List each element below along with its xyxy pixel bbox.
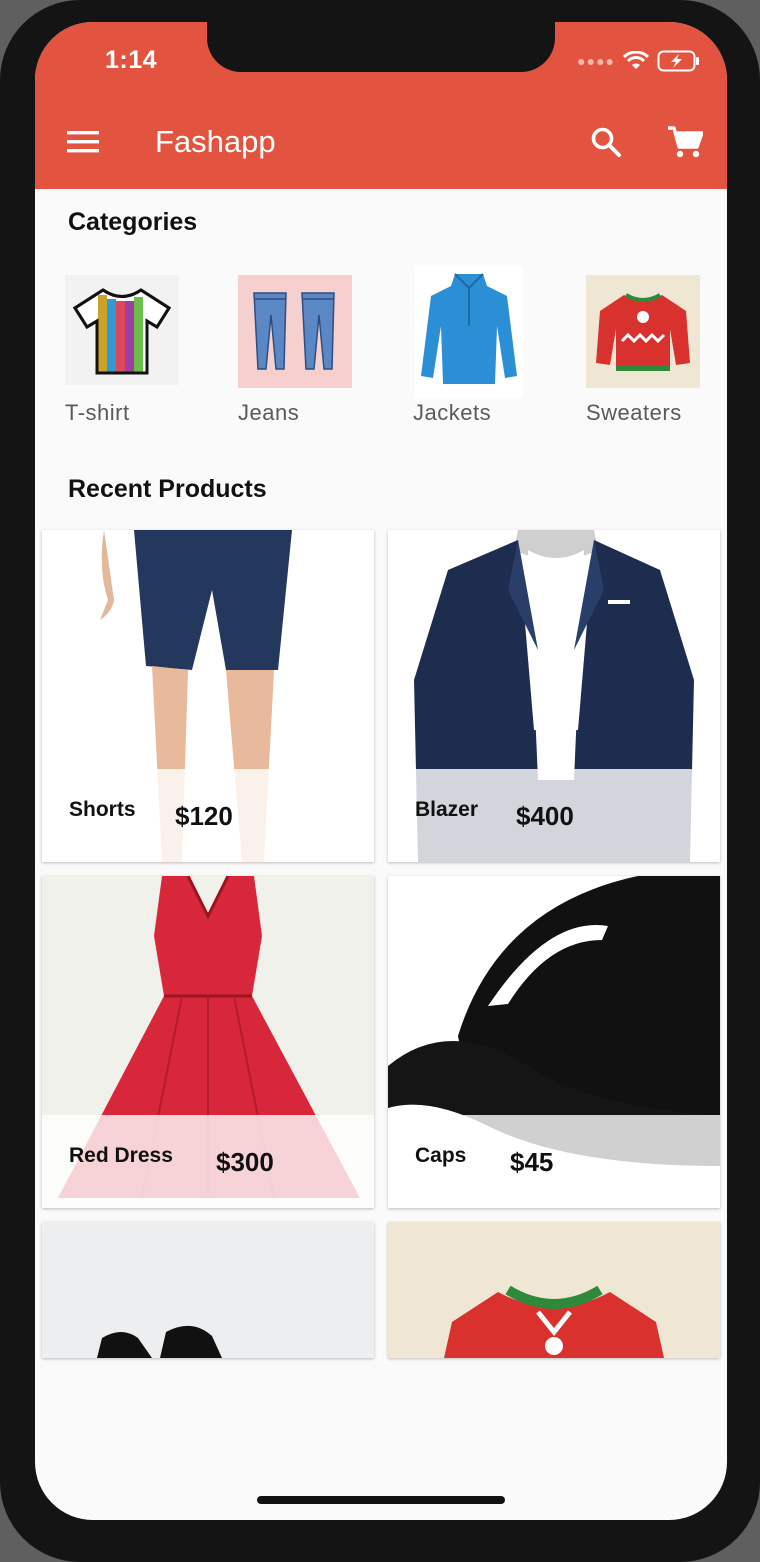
category-label: Jeans	[238, 400, 300, 425]
category-label: T-shirt	[65, 400, 130, 425]
cart-button[interactable]	[663, 120, 707, 164]
status-time: 1:14	[105, 46, 158, 74]
product-name: Red Dress	[69, 1144, 173, 1167]
tshirt-image	[65, 275, 179, 385]
wifi-icon	[623, 51, 649, 69]
device-notch	[207, 22, 555, 72]
product-name: Shorts	[69, 798, 136, 821]
product-price: $120	[175, 801, 233, 831]
product-card-shorts[interactable]: Shorts $120	[42, 530, 374, 862]
status-icons: ●●●●	[577, 50, 701, 72]
category-label: Sweaters	[586, 400, 682, 425]
product-price: $400	[516, 801, 574, 831]
sweater-product-image	[388, 1222, 720, 1358]
product-card-red-dress[interactable]: Red Dress $300	[42, 876, 374, 1208]
search-icon	[591, 127, 621, 157]
jacket-image	[415, 266, 523, 398]
battery-charging-icon	[657, 50, 699, 72]
signal-icon: ●●●●	[577, 53, 615, 69]
product-info-overlay: Caps $45	[388, 1115, 720, 1208]
product-card-caps[interactable]: Caps $45	[388, 876, 720, 1208]
product-price: $45	[510, 1147, 554, 1177]
product-name: Caps	[415, 1144, 467, 1167]
home-indicator[interactable]	[257, 1496, 505, 1504]
sweater-image	[586, 275, 700, 388]
product-info-overlay: Blazer $400	[388, 769, 720, 862]
product-card-shoes[interactable]	[42, 1222, 374, 1358]
recent-products-heading: Recent Products	[68, 475, 267, 503]
category-label: Jackets	[413, 400, 492, 425]
app-bar: 1:14 ●●●● Fashapp	[35, 22, 727, 189]
product-price: $300	[216, 1147, 274, 1177]
jeans-image	[238, 275, 352, 388]
shoes-image	[42, 1222, 374, 1358]
product-info-overlay: Shorts $120	[42, 769, 374, 862]
product-name: Blazer	[415, 798, 479, 821]
app-title: Fashapp	[155, 124, 276, 159]
product-info-overlay: Red Dress $300	[42, 1115, 374, 1208]
product-card-blazer[interactable]: Blazer $400	[388, 530, 720, 862]
hamburger-menu-icon	[67, 131, 99, 153]
product-card-sweater[interactable]	[388, 1222, 720, 1358]
categories-heading: Categories	[68, 208, 198, 236]
search-button[interactable]	[584, 120, 628, 164]
menu-button[interactable]	[61, 120, 105, 164]
shopping-cart-icon	[668, 126, 703, 158]
app-screen: 1:14 ●●●● Fashapp Categories T-shirt Jea…	[35, 22, 727, 1520]
